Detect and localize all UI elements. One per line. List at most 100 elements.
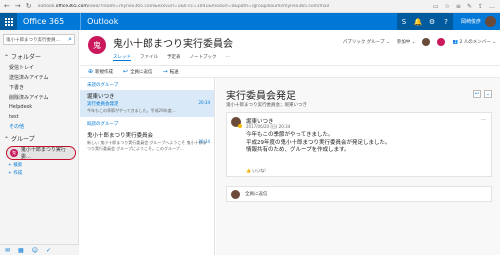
- favorite-icon[interactable]: ☆: [445, 3, 450, 10]
- list-item[interactable]: 鬼小十郎まつり実行委員会 新しい 鬼小十郎まつり実行委員会 グループへようこそ …: [80, 129, 214, 155]
- conversation-participants: 鬼小十郎まつり実行委員会；堀東いつき: [226, 103, 307, 108]
- post-body: 今年もこの季節がやってきました。 平成29年度の鬼小十郎まつり実行委員会が発足し…: [246, 132, 391, 155]
- member-avatar[interactable]: [437, 38, 446, 46]
- folder-item-helpdesk[interactable]: Helpdesk: [0, 103, 78, 112]
- browser-nav: ← → ↻: [0, 2, 32, 10]
- groups-header[interactable]: ⌃ グループ: [0, 131, 78, 144]
- more-icon[interactable]: …: [489, 3, 495, 10]
- share-icon[interactable]: ⇪: [478, 3, 483, 10]
- url-rest: /owa/?realm=mynex365.com&exsvurl=1&ll-cc…: [87, 3, 330, 9]
- tab-files[interactable]: ファイル: [140, 54, 158, 61]
- reply-placeholder: 全員に返信: [245, 192, 268, 197]
- message-card: 堀東いつき 2017/06/20 (日) 20:34 ⋯ 今年もこの季節がやって…: [226, 112, 492, 177]
- list-section-header: 未読のグループ: [87, 83, 119, 88]
- left-pane: 鬼小十郎まつり実行委員… ⌕ ⌃ フォルダー 受信トレイ 送信済みアイテム 下書…: [0, 30, 79, 255]
- back-icon[interactable]: ←: [4, 2, 10, 10]
- group-meta: パブリック グループ ⌄ 参加中 ⌄ 👥 2 人のメンバー ⌄: [343, 38, 496, 46]
- search-value: 鬼小十郎まつり実行委員…: [6, 37, 60, 43]
- forward-icon[interactable]: →: [15, 2, 21, 10]
- skype-icon[interactable]: S: [396, 13, 411, 30]
- reading-view-icon[interactable]: ▭: [433, 3, 439, 10]
- forward-button[interactable]: → 転送: [163, 68, 179, 75]
- list-section-header: 既読のグループ: [87, 122, 119, 127]
- message-preview: 今年もこの季節がやってきました。平成29年度…: [87, 108, 176, 113]
- app-name[interactable]: Office 365: [23, 17, 64, 26]
- group-header: 鬼 鬼小十郎まつり実行委員会 スレッド ファイル 予定表 ノートブック … パブ…: [80, 30, 500, 66]
- people-icon[interactable]: ☺: [32, 247, 38, 254]
- module-switcher: ✉ ▦ ☺ ✓: [0, 244, 79, 255]
- tab-conversations[interactable]: スレッド: [113, 54, 131, 61]
- conversation-controls: ↩ ⌄: [473, 90, 492, 98]
- browser-tools: ▭ ☆ ≡ ✎ ⇪ …: [433, 3, 500, 10]
- member-avatar[interactable]: [422, 38, 431, 46]
- conversation-title: 実行委員会発足: [226, 91, 296, 102]
- gear-icon[interactable]: ⚙: [424, 13, 439, 30]
- chevron-down-icon[interactable]: ⌄: [484, 90, 492, 98]
- reply-all-icon: ↩: [123, 68, 129, 75]
- calendar-icon[interactable]: ▦: [18, 247, 24, 254]
- current-user-avatar: [231, 189, 240, 199]
- module-name[interactable]: Outlook: [87, 17, 118, 26]
- group-avatar: 鬼: [10, 149, 18, 158]
- command-bar: ⊕ 新規作成 ↩ 全員に返信 → 転送: [80, 66, 500, 78]
- group-title: 鬼小十郎まつり実行委員会: [113, 39, 233, 50]
- screen: ← → ↻ outlook.office365.com/owa/?realm=m…: [0, 0, 500, 255]
- reply-all-button[interactable]: ↩ 全員に返信: [123, 68, 153, 75]
- post-line: 平成29年度の鬼小十郎まつり実行委員会が発足しました。: [246, 139, 391, 146]
- folder-item-inbox[interactable]: 受信トレイ: [0, 62, 78, 72]
- url-domain: office365.com: [55, 3, 88, 9]
- office-app-bar: Office 365 Outlook S 🔔 ⚙ ? 岡崎俊彦: [0, 13, 500, 30]
- folder-item-deleted[interactable]: 削除済みアイテム: [0, 93, 78, 103]
- like-button[interactable]: 👍 いいね!: [246, 168, 266, 174]
- group-tabs: スレッド ファイル 予定表 ノートブック …: [113, 54, 230, 61]
- tab-calendar[interactable]: 予定表: [167, 54, 181, 61]
- folder-item-drafts[interactable]: 下書き: [0, 82, 78, 92]
- reply-icon[interactable]: ↩: [473, 90, 481, 98]
- message-time: 20:34: [198, 100, 210, 105]
- browser-toolbar: ← → ↻ outlook.office365.com/owa/?realm=m…: [0, 0, 500, 13]
- message-actions-icon[interactable]: ⋯: [481, 117, 486, 123]
- search-input[interactable]: 鬼小十郎まつり実行委員… ⌕: [3, 34, 75, 45]
- url-prefix: outlook.: [37, 3, 56, 9]
- folders-header[interactable]: ⌃ フォルダー: [0, 49, 78, 62]
- group-item-label: 鬼小十郎まつり実行委…: [20, 147, 66, 161]
- tasks-icon[interactable]: ✓: [46, 247, 51, 254]
- search-icon[interactable]: ⌕: [68, 35, 72, 44]
- message-time: 20:34: [198, 139, 210, 144]
- notification-bell-icon[interactable]: 🔔: [410, 13, 425, 30]
- message-list: 未読のグループ 堀東いつき 実行委員会発足 今年もこの季節がやってきました。平成…: [80, 78, 215, 255]
- group-privacy[interactable]: パブリック グループ ⌄: [343, 39, 390, 45]
- help-icon[interactable]: ?: [438, 13, 453, 30]
- message-sender: 鬼小十郎まつり実行委員会: [87, 133, 154, 139]
- app-launcher-icon[interactable]: [0, 13, 17, 30]
- message-sender: 堀東いつき: [87, 94, 115, 100]
- list-item[interactable]: 堀東いつき 実行委員会発足 今年もこの季節がやってきました。平成29年度… 20…: [80, 90, 214, 117]
- refresh-icon[interactable]: ↻: [26, 2, 32, 10]
- discover-groups-link[interactable]: + 検索: [0, 160, 78, 169]
- tab-notebook[interactable]: ノートブック: [190, 54, 217, 61]
- folder-item-test[interactable]: test: [0, 112, 78, 121]
- group-item-selected[interactable]: 鬼 鬼小十郎まつり実行委…: [6, 146, 76, 161]
- post-date: 2017/06/20 (日) 20:34: [246, 124, 291, 129]
- group-header-avatar: 鬼: [88, 36, 106, 54]
- user-avatar[interactable]: [485, 16, 496, 27]
- message-subject: 実行委員会発足: [87, 102, 119, 107]
- mail-icon[interactable]: ✉: [5, 247, 10, 254]
- tab-more[interactable]: …: [226, 54, 231, 61]
- create-group-link[interactable]: + 作成: [0, 169, 78, 178]
- reply-all-box[interactable]: 全員に返信: [226, 186, 492, 202]
- address-bar[interactable]: outlook.office365.com/owa/?realm=mynex36…: [38, 4, 433, 9]
- join-status[interactable]: 参加中 ⌄: [397, 39, 416, 45]
- appbar-divider: [80, 13, 82, 30]
- note-icon[interactable]: ✎: [467, 3, 472, 10]
- new-button[interactable]: ⊕ 新規作成: [88, 68, 113, 75]
- user-name[interactable]: 岡崎俊彦: [461, 18, 481, 25]
- forward-arrow-icon: →: [162, 68, 168, 75]
- plus-icon: ⊕: [88, 68, 94, 75]
- members-button[interactable]: 👥 2 人のメンバー ⌄: [452, 39, 496, 45]
- more-folders-link[interactable]: その他: [0, 121, 78, 131]
- post-line: 今年もこの季節がやってきました。: [246, 132, 334, 138]
- reading-pane: 実行委員会発足 鬼小十郎まつり実行委員会；堀東いつき ↩ ⌄ 堀東いつき 201…: [216, 78, 500, 255]
- hub-icon[interactable]: ≡: [456, 3, 461, 10]
- folder-item-sent[interactable]: 送信済みアイテム: [0, 72, 78, 82]
